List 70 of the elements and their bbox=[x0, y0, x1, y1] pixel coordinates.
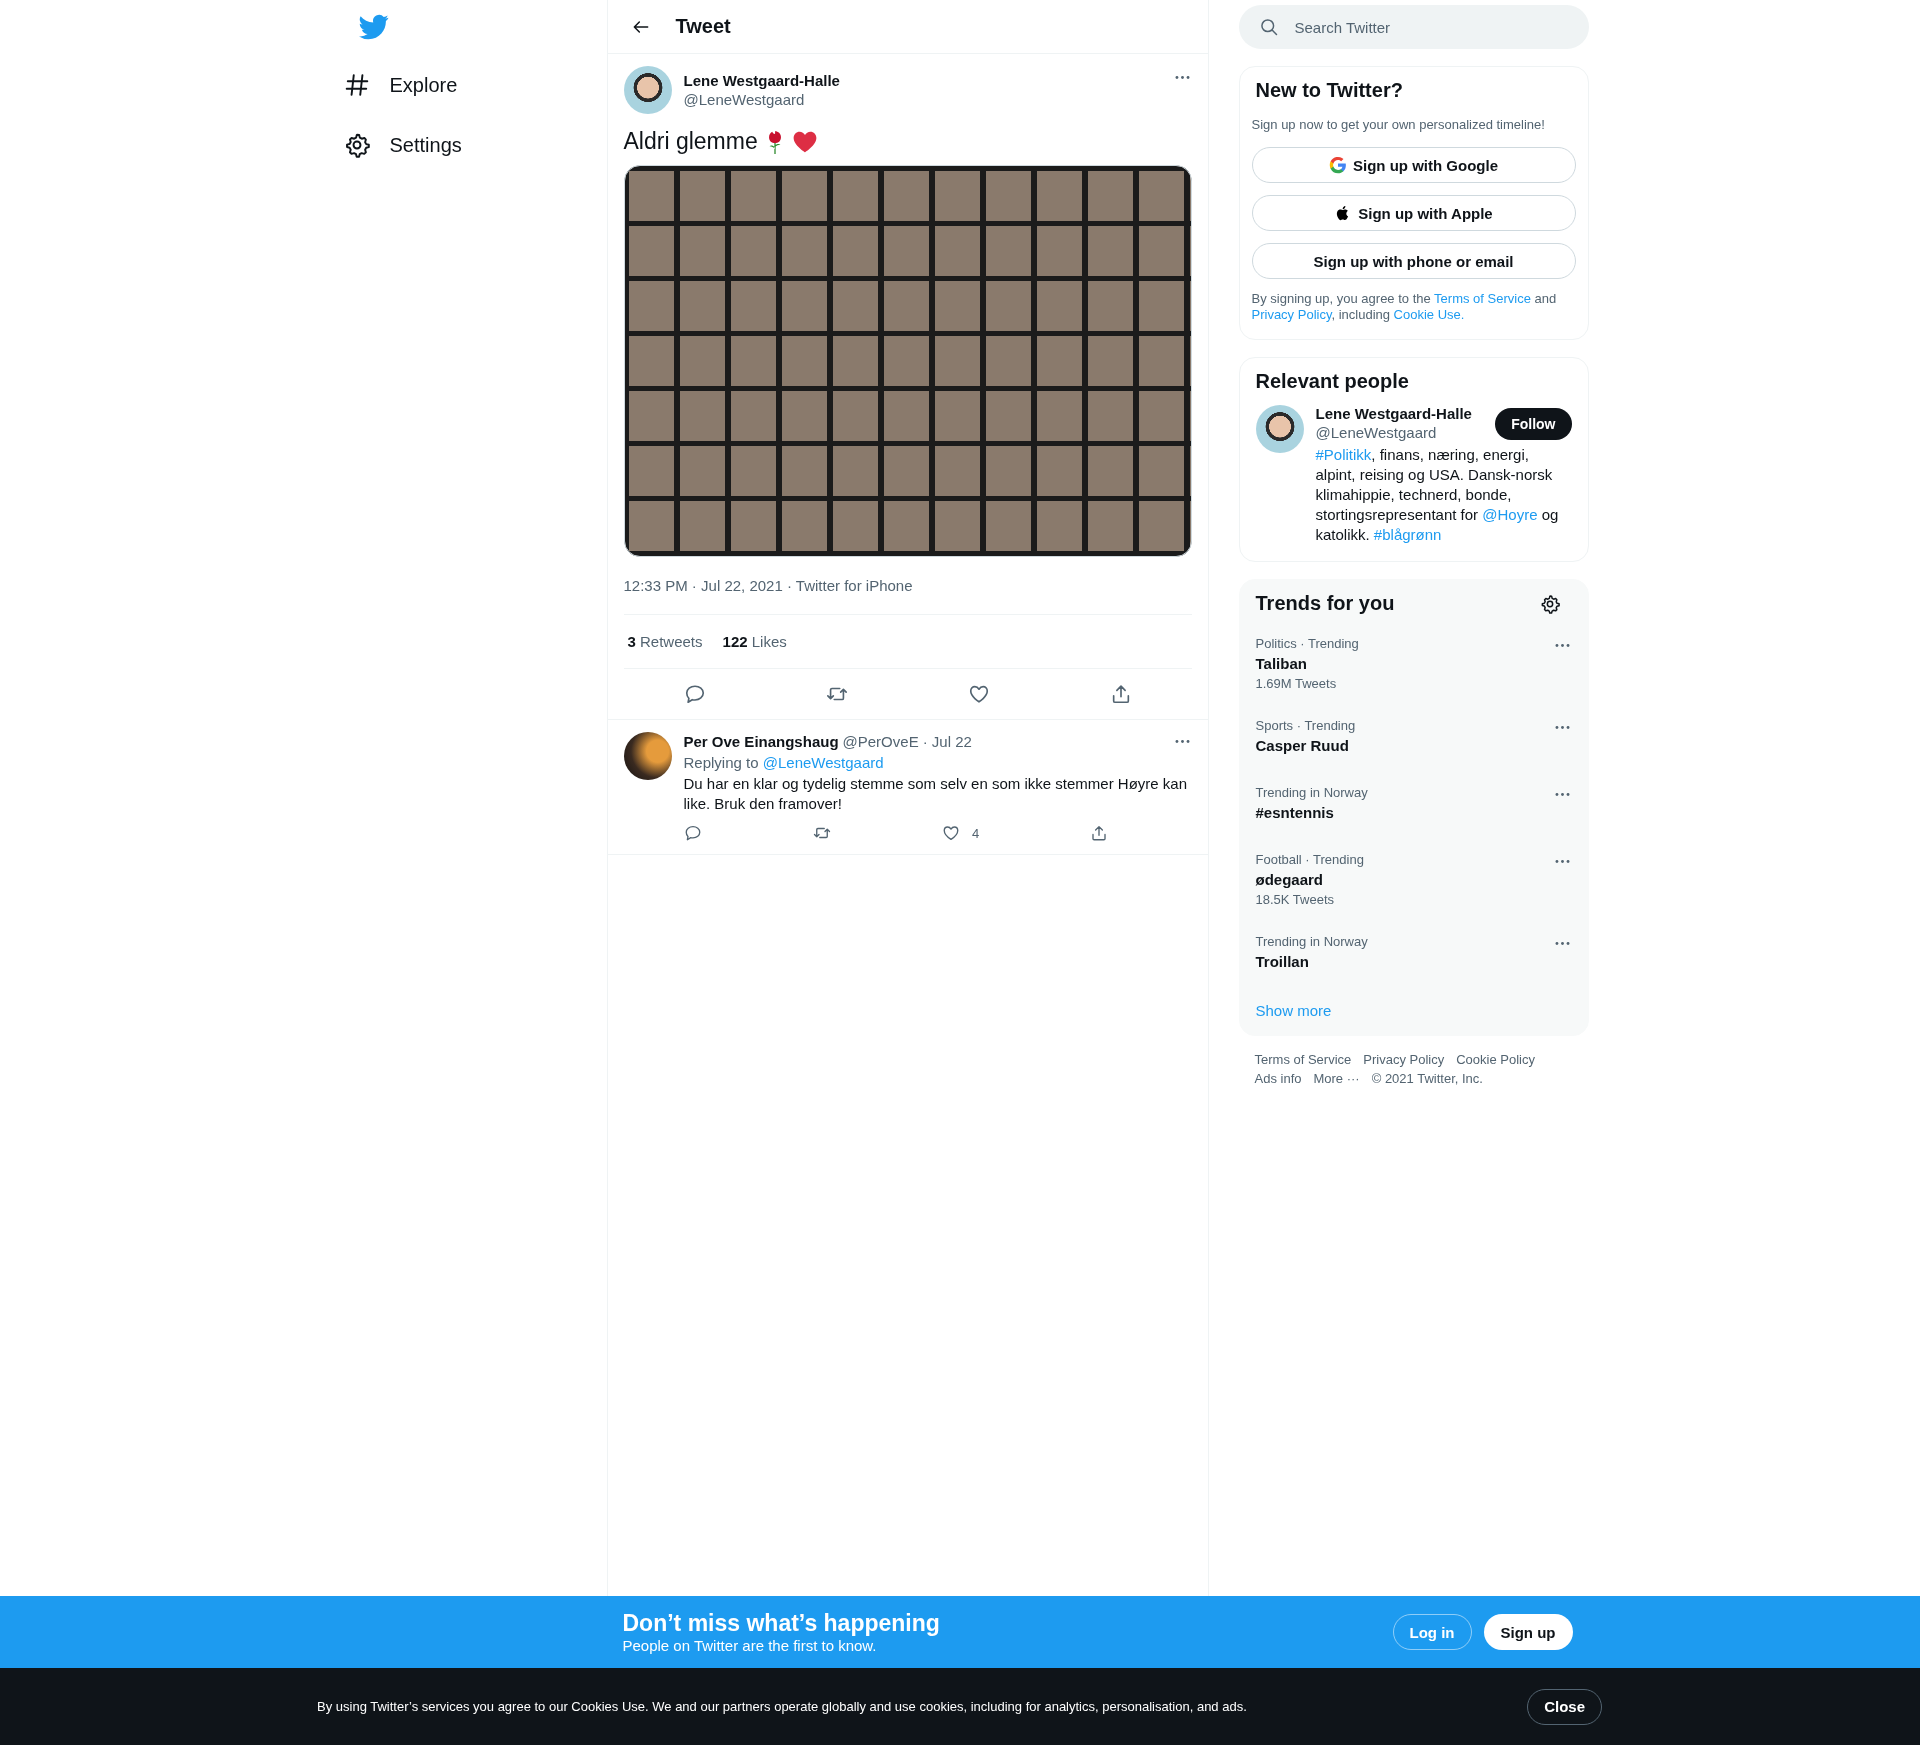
search-field[interactable]: Search Twitter bbox=[1238, 5, 1589, 49]
hash-icon bbox=[343, 72, 370, 98]
stat-link[interactable]: 122 Likes bbox=[722, 633, 787, 650]
follow-button[interactable]: Follow bbox=[1495, 408, 1572, 440]
trend-name: Casper Ruud bbox=[1255, 737, 1350, 754]
footer-link[interactable]: Terms of Service bbox=[1254, 1052, 1352, 1067]
user-name[interactable]: Per Ove Einangshaug bbox=[683, 733, 839, 750]
banner-title: Don’t miss what’s happening bbox=[622, 1610, 940, 1637]
banner-subtitle: People on Twitter are the first to know. bbox=[622, 1637, 878, 1654]
footer-link[interactable]: Cookie Policy bbox=[1456, 1052, 1535, 1067]
trend-name: #esntennis bbox=[1255, 804, 1335, 821]
avatar[interactable] bbox=[623, 66, 672, 114]
like-icon[interactable] bbox=[942, 824, 960, 842]
page-title: Tweet bbox=[675, 15, 731, 38]
footer-link[interactable]: Privacy Policy bbox=[1363, 1052, 1445, 1067]
share-icon[interactable] bbox=[1090, 824, 1109, 842]
bird-logo-icon[interactable] bbox=[358, 12, 389, 42]
signup-button[interactable]: Sign up with Google bbox=[1251, 147, 1576, 183]
avatar[interactable] bbox=[1255, 405, 1304, 453]
cookie-notice: By using Twitter’s services you agree to our Cookies Use. We and our partners operate globally and use cookies, including for analytics, personalisation, and ads. bbox=[317, 1699, 1247, 1714]
tweet-text: Aldri glemme bbox=[623, 128, 758, 155]
reply-date[interactable]: · Jul 22 bbox=[922, 733, 972, 750]
trend-item[interactable]: Trending in Norway #esntennis bbox=[1239, 770, 1588, 837]
trend-context: Football · Trending bbox=[1255, 852, 1365, 867]
user-handle[interactable]: @LeneWestgaard bbox=[683, 91, 1161, 108]
tweet-count: 1.69M Tweets bbox=[1255, 676, 1338, 691]
footer-link[interactable]: More ··· bbox=[1313, 1071, 1360, 1086]
card-title: Relevant people bbox=[1254, 370, 1410, 393]
nav-link[interactable]: Settings bbox=[331, 120, 474, 170]
user-handle[interactable]: @PerOveE bbox=[842, 733, 919, 750]
trend-name: Troillan bbox=[1255, 953, 1310, 970]
settings-icon[interactable] bbox=[1539, 593, 1560, 614]
trend-context: Sports · Trending bbox=[1255, 718, 1357, 733]
user-handle[interactable]: @LeneWestgaard bbox=[1315, 424, 1496, 441]
stat-link[interactable]: 3 Retweets bbox=[627, 633, 703, 650]
trend-item[interactable]: Football · Trending ødegaard 18.5K Tweets bbox=[1239, 837, 1588, 919]
trend-name: ødegaard bbox=[1255, 871, 1324, 888]
like-count: 4 bbox=[972, 825, 980, 841]
settings-icon bbox=[343, 132, 370, 158]
user-bio: #Politikk, finans, næring, energi, alpint, reising og USA. Dansk-norsk klimahippie, technerd, bonde, stortingsrepresentant for @Hoyre og katolikk. #blågrønn bbox=[1315, 445, 1560, 545]
user-name[interactable]: Lene Westgaard-Halle bbox=[1315, 405, 1496, 422]
reply-icon[interactable] bbox=[683, 683, 706, 705]
nav-link[interactable]: Explore bbox=[331, 60, 470, 110]
card-subtitle: Sign up now to get your own personalized timeline! bbox=[1251, 117, 1546, 132]
search-icon bbox=[1258, 17, 1279, 37]
like-icon[interactable] bbox=[967, 683, 990, 705]
copyright-text: © 2021 Twitter, Inc. bbox=[1371, 1071, 1483, 1086]
user-name[interactable]: Lene Westgaard-Halle bbox=[683, 72, 1161, 89]
footer-link[interactable]: Ads info bbox=[1254, 1071, 1302, 1086]
avatar[interactable] bbox=[623, 732, 672, 780]
trend-context: Politics · Trending bbox=[1255, 636, 1360, 651]
signup-button[interactable]: Sign up with Apple bbox=[1251, 195, 1576, 231]
card-title: Trends for you bbox=[1254, 592, 1396, 615]
trend-context: Trending in Norway bbox=[1255, 934, 1369, 949]
legal-text: By signing up, you agree to the Terms of Service and Privacy Policy, including Cookie Use. bbox=[1251, 291, 1558, 323]
signup-button[interactable]: Sign up bbox=[1483, 1614, 1573, 1650]
tweet-count: 18.5K Tweets bbox=[1255, 892, 1336, 907]
reply-icon[interactable] bbox=[683, 824, 702, 842]
tweet-timestamp: 12:33 PM · Jul 22, 2021 · Twitter for iPhone bbox=[623, 557, 1192, 615]
trend-item[interactable]: Politics · Trending Taliban 1.69M Tweets bbox=[1239, 621, 1588, 703]
reply-text: Du har en klar og tydelig stemme som selv en som ikke stemmer Høyre kan like. Bruk den framover! bbox=[683, 774, 1188, 814]
trend-name: Taliban bbox=[1255, 655, 1308, 672]
trend-item[interactable]: Trending in Norway Troillan bbox=[1239, 919, 1588, 986]
google-logo-icon bbox=[1329, 156, 1347, 174]
trend-item[interactable]: Sports · Trending Casper Ruud bbox=[1239, 703, 1588, 770]
replying-to-text: Replying to @LeneWestgaard bbox=[683, 754, 885, 771]
photo-placeholder[interactable] bbox=[623, 165, 1192, 557]
card-title: New to Twitter? bbox=[1254, 79, 1404, 102]
signup-button[interactable]: Sign up with phone or email bbox=[1251, 243, 1576, 279]
trend-context: Trending in Norway bbox=[1255, 785, 1369, 800]
